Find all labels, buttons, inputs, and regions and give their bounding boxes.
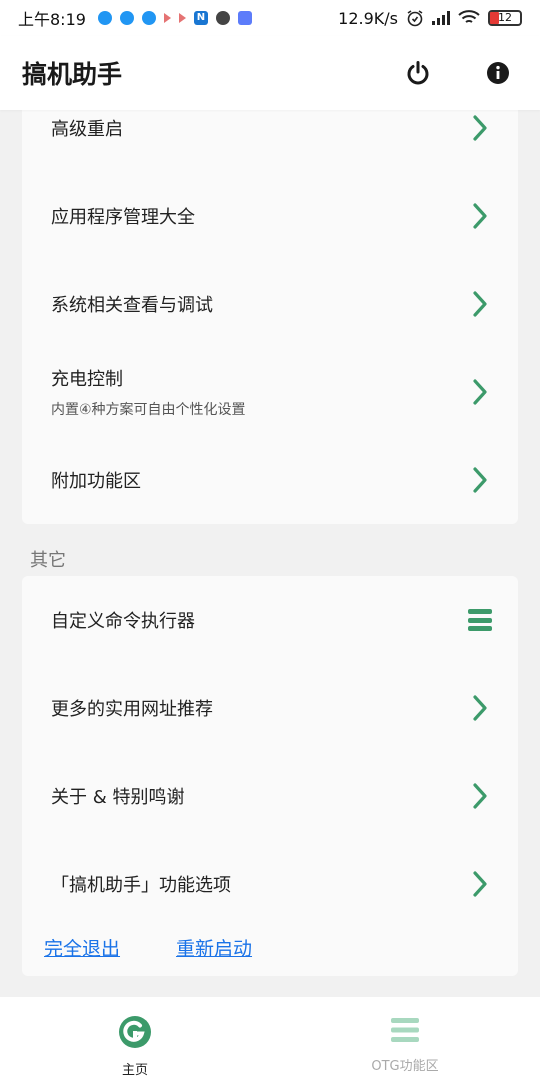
item-label: 充电控制 xyxy=(51,369,123,390)
network-speed: 12.9K/s xyxy=(338,8,398,28)
custom-command-item[interactable]: 自定义命令执行器 xyxy=(22,576,518,664)
chevron-right-icon xyxy=(473,783,487,809)
item-subtitle: 内置④种方案可自由个性化设置 xyxy=(51,402,246,418)
tools-card: 高级重启 应用程序管理大全 系统相关查看与调试 充电控制 内置④种方案可自由个性… xyxy=(22,84,518,524)
chevron-right-icon xyxy=(473,695,487,721)
app-bar: 搞机助手 xyxy=(0,36,540,110)
status-bar: 上午8:19 N 12.9K/s 12 xyxy=(0,0,540,36)
extra-features-item[interactable]: 附加功能区 xyxy=(22,436,518,524)
exit-link[interactable]: 完全退出 xyxy=(44,934,120,961)
item-label: 自定义命令执行器 xyxy=(51,611,195,632)
chevron-right-icon xyxy=(473,203,487,229)
n-app-icon: N xyxy=(193,11,208,25)
status-time: 上午8:19 xyxy=(18,10,86,29)
chevron-right-icon xyxy=(473,467,487,493)
charge-control-item[interactable]: 充电控制 内置④种方案可自由个性化设置 xyxy=(22,348,518,436)
item-label: 关于 & 特别鸣谢 xyxy=(51,787,185,808)
bottom-nav: 主页 OTG功能区 xyxy=(0,997,540,1080)
wifi-icon xyxy=(458,10,480,23)
power-button[interactable] xyxy=(404,59,432,87)
nav-home-label: 主页 xyxy=(121,1063,148,1078)
item-label: 系统相关查看与调试 xyxy=(51,295,213,316)
signal-icon xyxy=(432,11,450,25)
play-icon xyxy=(178,13,186,23)
app-options-item[interactable]: 「搞机助手」功能选项 xyxy=(22,840,518,928)
app-title: 搞机助手 xyxy=(22,60,123,89)
item-label: 附加功能区 xyxy=(51,471,141,492)
menu-icon xyxy=(468,609,492,631)
chevron-right-icon xyxy=(473,871,487,897)
action-links: 完全退出 重新启动 xyxy=(44,934,252,961)
item-label: 高级重启 xyxy=(51,119,123,140)
nav-otg-label: OTG功能区 xyxy=(371,1059,439,1074)
system-debug-item[interactable]: 系统相关查看与调试 xyxy=(22,260,518,348)
chevron-right-icon xyxy=(473,291,487,317)
app-notification-icon xyxy=(141,11,156,25)
info-icon xyxy=(487,62,509,84)
qq-icon xyxy=(97,11,112,25)
chevron-right-icon xyxy=(473,379,487,405)
nav-home[interactable]: 主页 xyxy=(0,997,270,1080)
restart-link[interactable]: 重新启动 xyxy=(176,934,252,961)
chevron-right-icon xyxy=(473,115,487,141)
item-label: 「搞机助手」功能选项 xyxy=(51,875,231,896)
info-button[interactable] xyxy=(484,59,512,87)
other-card: 自定义命令执行器 更多的实用网址推荐 关于 & 特别鸣谢 「搞机助手」功能选项 xyxy=(22,576,518,976)
section-title-other: 其它 xyxy=(30,550,66,571)
app-notification-icon xyxy=(119,11,134,25)
home-logo-icon xyxy=(119,1016,151,1048)
infinity-icon xyxy=(215,11,230,25)
app-notification-icon xyxy=(237,11,252,25)
nav-otg[interactable]: OTG功能区 xyxy=(270,997,540,1080)
alarm-icon xyxy=(407,10,423,27)
battery-icon: 12 xyxy=(488,10,522,26)
app-management-item[interactable]: 应用程序管理大全 xyxy=(22,172,518,260)
item-label: 应用程序管理大全 xyxy=(51,207,195,228)
useful-links-item[interactable]: 更多的实用网址推荐 xyxy=(22,664,518,752)
power-icon xyxy=(407,61,429,85)
about-thanks-item[interactable]: 关于 & 特别鸣谢 xyxy=(22,752,518,840)
item-label: 更多的实用网址推荐 xyxy=(51,699,213,720)
list-icon xyxy=(391,1018,419,1042)
play-icon xyxy=(163,13,171,23)
